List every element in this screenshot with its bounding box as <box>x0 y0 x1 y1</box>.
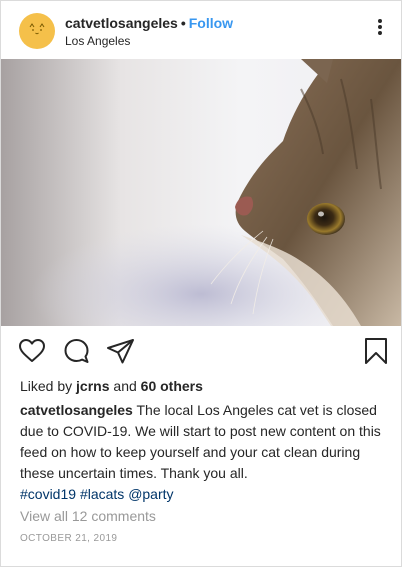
view-comments-link[interactable]: View all 12 comments <box>20 508 156 524</box>
liker-username[interactable]: jcrns <box>76 378 109 394</box>
post-date: OCTOBER 21, 2019 <box>20 533 118 544</box>
username-link[interactable]: catvetlosangeles <box>65 15 178 31</box>
hashtag-list: #covid19 #lacats @party <box>20 485 174 503</box>
action-bar <box>1 328 401 374</box>
cat-photo <box>1 59 401 326</box>
likes-summary: Liked by jcrns and 60 others <box>20 378 203 394</box>
share-icon[interactable] <box>105 336 135 366</box>
heart-icon[interactable] <box>17 336 47 366</box>
more-options-icon[interactable] <box>373 19 387 39</box>
post-image[interactable] <box>1 59 401 326</box>
bookmark-icon[interactable] <box>361 336 391 366</box>
likes-prefix: Liked by <box>20 378 73 394</box>
hashtag-link[interactable]: #covid19 <box>20 486 76 502</box>
mention-link[interactable]: @party <box>128 486 173 502</box>
location-link[interactable]: Los Angeles <box>65 34 130 48</box>
hashtag-link[interactable]: #lacats <box>80 486 124 502</box>
follow-button[interactable]: Follow <box>189 15 233 31</box>
likes-joiner: and <box>113 378 137 394</box>
caption-username[interactable]: catvetlosangeles <box>20 402 133 418</box>
separator-dot: • <box>180 15 186 31</box>
comment-icon[interactable] <box>61 336 91 366</box>
post-caption: catvetlosangeles The local Los Angeles c… <box>20 400 382 484</box>
post-header: catvetlosangeles • Follow Los Angeles <box>1 1 401 59</box>
post-card: catvetlosangeles • Follow Los Angeles Li… <box>0 0 402 567</box>
cat-face-icon <box>29 23 45 35</box>
likes-others-link[interactable]: 60 others <box>141 378 203 394</box>
avatar[interactable] <box>19 13 55 49</box>
post-author: catvetlosangeles • Follow <box>65 15 233 31</box>
